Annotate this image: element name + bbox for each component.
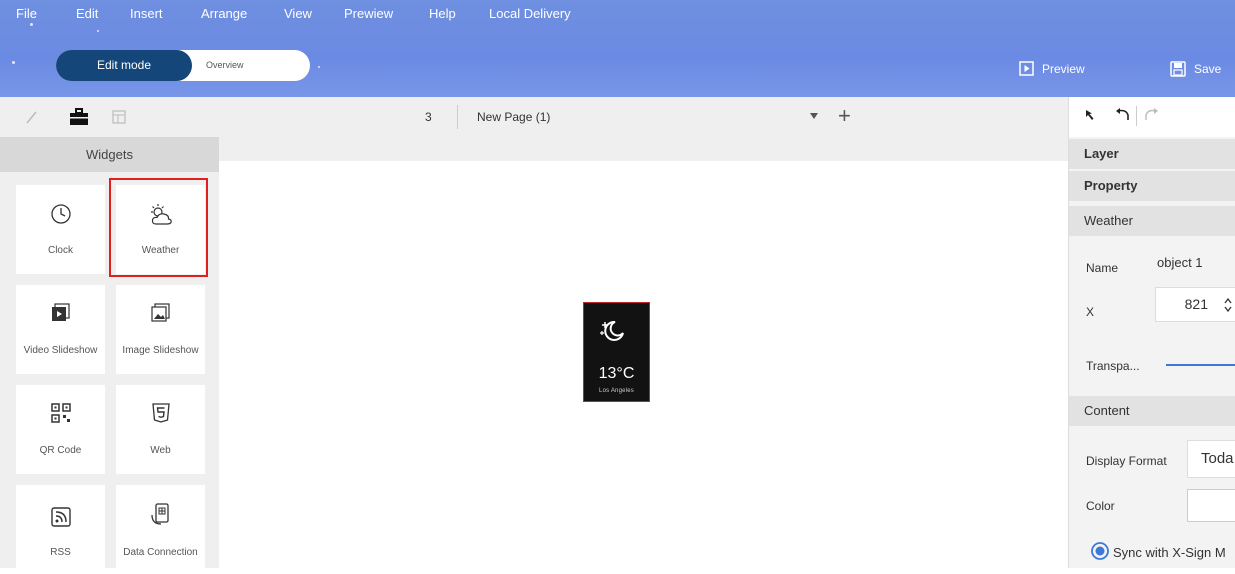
widget-web-label: Web: [150, 445, 171, 456]
overview-button[interactable]: Overview: [206, 50, 244, 81]
page-bar: 3 New Page (1) +: [219, 97, 1068, 137]
widget-image-slideshow[interactable]: Image Slideshow: [116, 285, 205, 374]
clock-icon: [50, 204, 71, 224]
widget-qr-code-label: QR Code: [39, 445, 82, 456]
sync-radio-icon[interactable]: [1091, 542, 1109, 560]
widget-clock-label: Clock: [47, 245, 73, 256]
menu-view[interactable]: View: [284, 6, 312, 21]
layer-section[interactable]: Layer: [1069, 139, 1235, 169]
save-label: Save: [1194, 62, 1222, 76]
widget-data-connection[interactable]: Data Connection: [116, 485, 205, 574]
widget-web[interactable]: Web: [116, 385, 205, 474]
menu-insert[interactable]: Insert: [130, 6, 163, 21]
right-panel: Layer Property Weather Name object 1 X 8…: [1068, 97, 1235, 568]
save-icon: [1170, 61, 1186, 77]
weather-section[interactable]: Weather: [1069, 206, 1235, 236]
name-field[interactable]: object 1: [1157, 255, 1203, 270]
weather-temperature: 13°C: [598, 365, 635, 382]
pencil-icon: [25, 111, 37, 124]
tab-layout[interactable]: [92, 97, 145, 137]
x-stepper-icon[interactable]: [1224, 298, 1232, 312]
menu-help[interactable]: Help: [429, 6, 456, 21]
content-section[interactable]: Content: [1069, 396, 1235, 426]
widget-qr-code[interactable]: QR Code: [16, 385, 105, 474]
tool-tabs: [0, 97, 219, 137]
weather-icon: [150, 204, 172, 225]
display-format-select[interactable]: Toda: [1187, 440, 1235, 478]
widget-clock[interactable]: Clock: [16, 185, 105, 274]
qr-code-icon: [50, 403, 71, 423]
menu-file[interactable]: File: [16, 6, 37, 21]
select-arrow-icon[interactable]: [1083, 107, 1099, 123]
page-number: 3: [425, 110, 432, 124]
widget-video-slideshow[interactable]: Video Slideshow: [16, 285, 105, 374]
preview-button[interactable]: Preview: [1019, 61, 1085, 76]
weather-city: Los Angeles: [599, 388, 634, 394]
decorative-dot: [30, 23, 33, 26]
menu-arrange[interactable]: Arrange: [201, 6, 247, 21]
redo-icon[interactable]: [1142, 107, 1160, 123]
add-page-button[interactable]: +: [838, 103, 851, 129]
html5-icon: [151, 403, 170, 423]
toolbar-separator: [1136, 106, 1137, 126]
widget-video-slideshow-label: Video Slideshow: [23, 345, 98, 356]
canvas-margin: [219, 137, 1068, 161]
display-format-label: Display Format: [1086, 454, 1167, 468]
briefcase-icon: [69, 108, 88, 125]
page-dropdown-icon[interactable]: [809, 112, 819, 120]
decorative-dot: [318, 66, 320, 68]
night-stars-icon: [600, 320, 624, 341]
image-slideshow-icon: [150, 303, 170, 322]
tab-draw[interactable]: [5, 97, 58, 137]
transparency-slider[interactable]: [1166, 364, 1235, 366]
widget-rss-label: RSS: [50, 547, 71, 558]
preview-label: Preview: [1042, 61, 1085, 76]
save-button[interactable]: Save: [1170, 61, 1221, 77]
edit-mode-button[interactable]: Edit mode: [56, 50, 192, 81]
widget-rss[interactable]: RSS: [16, 485, 105, 574]
left-panel: Widgets Clock Weather Video Slideshow Im…: [0, 97, 219, 574]
x-position-input[interactable]: 821: [1155, 287, 1235, 322]
page-separator: [457, 105, 458, 129]
video-slideshow-icon: [51, 303, 70, 321]
decorative-dot: [97, 30, 99, 32]
page-name[interactable]: New Page (1): [477, 110, 550, 124]
name-label: Name: [1086, 261, 1119, 275]
mode-toggle[interactable]: Edit mode Overview: [56, 50, 310, 81]
top-banner: File Edit Insert Arrange View Prewiew He…: [0, 0, 1235, 97]
menu-local-delivery[interactable]: Local Delivery: [489, 6, 571, 21]
widget-data-connection-label: Data Connection: [123, 547, 198, 558]
decorative-dot: [12, 61, 15, 64]
preview-icon: [1019, 61, 1034, 76]
transparency-label: Transpa...: [1086, 359, 1140, 373]
layout-icon: [111, 110, 126, 124]
widget-image-slideshow-label: Image Slideshow: [122, 345, 199, 356]
x-label: X: [1086, 305, 1095, 319]
sync-label: Sync with X-Sign M: [1113, 545, 1226, 560]
weather-widget-preview[interactable]: 13°C Los Angeles: [583, 302, 650, 402]
menu-prewiew[interactable]: Prewiew: [344, 6, 393, 21]
color-label: Color: [1086, 499, 1115, 513]
data-connection-icon: [150, 503, 169, 525]
widget-weather[interactable]: Weather: [116, 185, 205, 274]
rss-icon: [50, 507, 71, 527]
widget-weather-label: Weather: [141, 245, 180, 256]
undo-icon[interactable]: [1114, 107, 1132, 123]
widgets-header: Widgets: [0, 137, 219, 172]
menu-edit[interactable]: Edit: [76, 6, 98, 21]
property-section[interactable]: Property: [1069, 171, 1235, 201]
color-picker[interactable]: [1187, 489, 1235, 522]
right-toolbar: [1069, 97, 1235, 137]
